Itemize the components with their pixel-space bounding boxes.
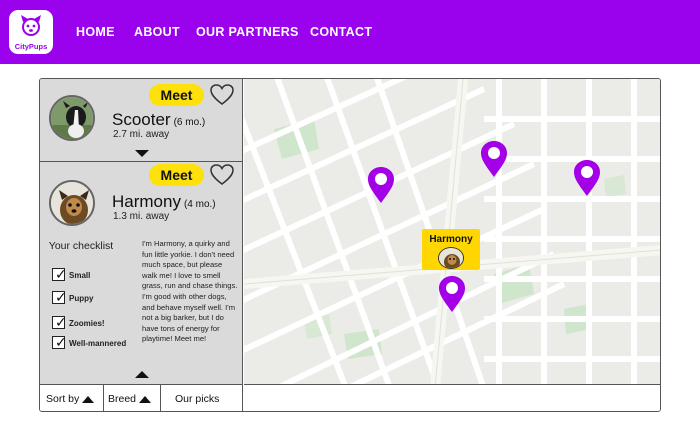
nav-contact[interactable]: CONTACT (310, 25, 372, 39)
popup-label: Harmony (429, 234, 473, 245)
checklist-label: Puppy (69, 294, 94, 303)
divider (103, 385, 104, 411)
dog-card-harmony[interactable]: Meet Harmony (4 mo.) 1.3 mi. away Your ch… (40, 163, 243, 384)
map-pin-icon[interactable] (367, 166, 395, 204)
nav-our-partners[interactable]: OUR PARTNERS (196, 25, 299, 39)
checklist-label: Small (69, 271, 91, 280)
collapse-arrow-icon[interactable] (135, 371, 149, 378)
dog-name-row-harmony: Harmony (4 mo.) (112, 192, 216, 212)
checkmark-icon: ✓ (55, 266, 67, 282)
checkmark-icon: ✓ (55, 314, 67, 330)
map-pin-icon-harmony[interactable] (438, 275, 466, 313)
checkbox[interactable]: ✓ (52, 334, 67, 350)
map-pin-icon[interactable] (573, 159, 601, 197)
meet-button-harmony[interactable]: Meet (149, 164, 204, 186)
sort-toolbar: Sort by Breed Our picks (40, 384, 243, 411)
checklist-title: Your checklist (48, 240, 114, 252)
popup-avatar (438, 247, 464, 269)
map-pin-icon[interactable] (480, 140, 508, 178)
dog-name: Scooter (112, 110, 171, 129)
checklist-label: Well-mannered (69, 339, 127, 348)
dog-bio: I'm Harmony, a quirky and fun little yor… (142, 239, 238, 344)
heart-icon-harmony[interactable] (210, 164, 234, 186)
nav-about[interactable]: ABOUT (134, 25, 180, 39)
dog-age: (6 mo.) (173, 117, 206, 128)
dog-name: Harmony (112, 192, 181, 211)
dog-list-sidebar: Meet Scooter (6 mo.) 2.7 mi. away Meet H… (40, 79, 243, 384)
checkbox[interactable]: ✓ (52, 266, 67, 282)
dog-distance: 1.3 mi. away (113, 211, 170, 222)
dog-distance: 2.7 mi. away (113, 129, 170, 140)
heart-icon-scooter[interactable] (210, 84, 234, 106)
sort-by-tab[interactable]: Sort by (46, 385, 95, 411)
breed-tab[interactable]: Breed (108, 385, 152, 411)
checklist-label: Zoomies! (69, 319, 105, 328)
citypups-logo[interactable]: CityPups (9, 10, 53, 54)
main-panel: Meet Scooter (6 mo.) 2.7 mi. away Meet H… (39, 78, 661, 412)
avatar-scooter (49, 95, 95, 141)
map-popup-harmony[interactable]: Harmony (422, 229, 480, 270)
map-footer (244, 384, 660, 411)
sort-arrow-icon (82, 395, 95, 403)
dog-name-row-scooter: Scooter (6 mo.) (112, 110, 205, 130)
dog-age: (4 mo.) (183, 199, 216, 210)
sort-arrow-icon (139, 395, 152, 403)
checkbox[interactable]: ✓ (52, 289, 67, 305)
logo-text: CityPups (14, 42, 48, 51)
top-navigation-bar: CityPups HOME ABOUT OUR PARTNERS CONTACT (0, 0, 700, 64)
breed-label: Breed (108, 393, 137, 405)
divider (160, 385, 161, 411)
nav-home[interactable]: HOME (76, 25, 115, 39)
meet-button-scooter[interactable]: Meet (149, 84, 204, 106)
avatar-harmony (49, 180, 95, 226)
checkmark-icon: ✓ (55, 334, 67, 350)
our-picks-tab[interactable]: Our picks (175, 385, 219, 411)
expand-arrow-icon[interactable] (135, 150, 149, 157)
checkmark-icon: ✓ (55, 289, 67, 305)
sort-by-label: Sort by (46, 393, 80, 405)
dog-card-scooter[interactable]: Meet Scooter (6 mo.) 2.7 mi. away (40, 79, 243, 162)
checkbox[interactable]: ✓ (52, 314, 67, 330)
dog-face-icon (21, 15, 41, 36)
